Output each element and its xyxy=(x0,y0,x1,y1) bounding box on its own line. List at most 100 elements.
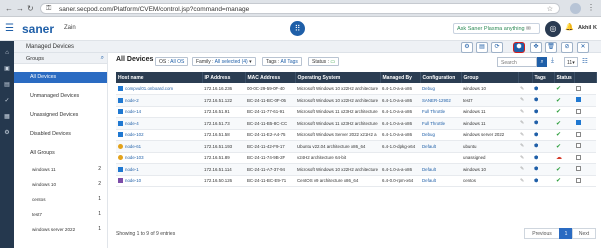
select-cell[interactable] xyxy=(574,117,596,130)
family-filter[interactable]: Family : All selected (4) ▾ xyxy=(192,57,256,66)
table-row[interactable]: node-1 172.16.51.114 BC-24-11-A7-37-94 Micr… xyxy=(116,163,596,176)
select-cell[interactable] xyxy=(574,163,596,176)
tag-icon[interactable]: ⬢ xyxy=(534,120,538,126)
toolbar-delete-button[interactable]: 🗑 xyxy=(545,42,557,53)
menu-icon[interactable]: ☰ xyxy=(5,23,14,34)
tags-cell[interactable]: ⬢ xyxy=(532,129,554,141)
search-input[interactable]: Search xyxy=(497,57,537,67)
pin-icon[interactable]: ✎ xyxy=(520,97,524,103)
column-header[interactable]: Configuration xyxy=(420,72,462,83)
home-icon[interactable]: ⌂ xyxy=(0,50,14,56)
tenant-name[interactable]: Zain xyxy=(64,25,76,31)
pin-icon[interactable]: ✎ xyxy=(520,178,524,184)
pin-icon[interactable]: ✎ xyxy=(520,132,524,138)
toolbar-settings-button[interactable]: ⚙ xyxy=(461,42,473,53)
host-cell[interactable]: compvul01.onboard.com xyxy=(116,83,202,95)
column-header[interactable]: Status xyxy=(554,72,575,83)
column-header[interactable]: Managed By xyxy=(380,72,421,83)
pin-cell[interactable]: ✎ xyxy=(518,152,532,164)
settings-circle-icon[interactable]: ◎ xyxy=(545,21,561,37)
group-item[interactable]: windows 10 2 xyxy=(14,180,107,189)
tag-icon[interactable]: ⬢ xyxy=(534,97,538,103)
pin-cell[interactable]: ✎ xyxy=(518,129,532,141)
pin-icon[interactable]: ✎ xyxy=(520,155,524,161)
select-cell[interactable] xyxy=(574,83,596,95)
config-cell[interactable]: Default xyxy=(420,163,461,176)
table-row[interactable]: node-14 172.16.51.91 BC-24-11-77-61-91 Micr… xyxy=(116,106,596,118)
tag-icon[interactable]: ⬢ xyxy=(534,166,538,172)
reload-icon[interactable]: ↻ xyxy=(27,4,34,13)
host-cell[interactable]: node-103 xyxy=(116,152,202,164)
row-checkbox[interactable] xyxy=(576,85,581,91)
tags-filter[interactable]: Tags : All Tags xyxy=(262,57,302,66)
toolbar-remove-button[interactable]: ✕ xyxy=(577,42,589,53)
host-cell[interactable]: node-10 xyxy=(116,175,202,187)
column-header[interactable]: IP Address xyxy=(202,72,246,83)
host-cell[interactable]: node-61 xyxy=(116,140,202,153)
toolbar-tag-button[interactable]: ⬢ xyxy=(513,42,525,53)
next-button[interactable]: Next xyxy=(572,228,596,239)
config-cell[interactable]: Default xyxy=(420,140,461,153)
select-cell[interactable] xyxy=(574,175,596,187)
row-checkbox[interactable] xyxy=(576,166,581,172)
row-checkbox[interactable] xyxy=(576,97,581,103)
devices-icon[interactable]: ▣ xyxy=(0,65,14,72)
columns-icon[interactable]: ☷ xyxy=(582,57,588,65)
host-cell[interactable]: node-14 xyxy=(116,106,202,118)
config-cell[interactable]: Default xyxy=(420,175,461,187)
pin-icon[interactable]: ✎ xyxy=(520,120,524,126)
tags-cell[interactable]: ⬢ xyxy=(532,106,554,118)
row-checkbox[interactable] xyxy=(576,131,581,137)
select-cell[interactable] xyxy=(574,129,596,141)
tag-icon[interactable]: ⬢ xyxy=(534,132,538,138)
group-item[interactable]: windows server 2022 1 xyxy=(14,225,107,234)
apps-grid-icon[interactable]: ⠿ xyxy=(290,21,305,36)
pin-cell[interactable]: ✎ xyxy=(518,117,532,130)
host-cell[interactable]: node-4 xyxy=(116,117,202,130)
tasks-icon[interactable]: ✓ xyxy=(0,97,14,104)
table-row[interactable]: node-4 172.16.51.73 BC-24-11-B5-8C-CC Micro… xyxy=(116,117,596,130)
pin-cell[interactable]: ✎ xyxy=(518,83,532,95)
previous-button[interactable]: Previous xyxy=(524,228,560,239)
toolbar-disable-button[interactable]: ⊘ xyxy=(561,42,573,53)
tag-icon[interactable]: ⬢ xyxy=(534,155,538,161)
column-header[interactable]: Operating System xyxy=(295,72,381,83)
config-cell[interactable]: Debug xyxy=(420,129,461,141)
os-filter[interactable]: OS : All OS xyxy=(155,57,189,66)
pin-cell[interactable]: ✎ xyxy=(518,94,532,107)
row-checkbox[interactable] xyxy=(576,108,581,114)
pin-cell[interactable]: ✎ xyxy=(518,106,532,118)
download-icon[interactable]: ⤓ xyxy=(551,57,554,65)
pin-icon[interactable]: ✎ xyxy=(520,86,524,92)
host-cell[interactable]: node-102 xyxy=(116,129,202,141)
tag-icon[interactable]: ⬢ xyxy=(534,109,538,115)
page-1-button[interactable]: 1 xyxy=(559,228,573,239)
row-checkbox[interactable] xyxy=(576,154,581,160)
per-page-select[interactable]: 11▾ xyxy=(564,57,578,67)
column-header[interactable]: Tags xyxy=(532,72,555,83)
notification-icon[interactable]: 🔔 xyxy=(565,23,574,31)
pin-icon[interactable]: ✎ xyxy=(520,109,524,115)
monitor-icon[interactable]: ▤ xyxy=(0,81,14,88)
search-icon[interactable]: ⌕ xyxy=(101,55,104,62)
table-row[interactable]: node-102 172.16.51.58 BC-24-11-E2-A4-75 Mic… xyxy=(116,129,596,141)
tags-cell[interactable]: ⬢ xyxy=(532,140,554,153)
tags-cell[interactable]: ⬢ xyxy=(532,175,554,187)
column-header[interactable] xyxy=(574,72,597,83)
ask-assistant-input[interactable]: Ask Saner Plasma anything ✉ xyxy=(453,23,540,34)
browser-menu-icon[interactable]: ⋮ xyxy=(587,3,595,12)
column-header[interactable]: MAC Address xyxy=(245,72,296,83)
select-cell[interactable] xyxy=(574,94,596,107)
host-cell[interactable]: node-2 xyxy=(116,94,202,107)
pin-cell[interactable]: ✎ xyxy=(518,163,532,176)
reports-icon[interactable]: ▦ xyxy=(0,113,14,120)
select-cell[interactable] xyxy=(574,152,596,164)
tag-icon[interactable]: ⬢ xyxy=(534,178,538,184)
group-all-groups[interactable]: All Groups xyxy=(14,148,107,159)
tags-cell[interactable]: ⬢ xyxy=(532,152,554,164)
user-menu[interactable]: Akhil K xyxy=(578,25,597,31)
profile-avatar[interactable] xyxy=(570,3,581,14)
url-bar[interactable]: ⚿ saner.secpod.com/Platform/CVEM/control… xyxy=(40,3,560,14)
select-cell[interactable] xyxy=(574,106,596,118)
column-header[interactable]: Group xyxy=(461,72,519,83)
